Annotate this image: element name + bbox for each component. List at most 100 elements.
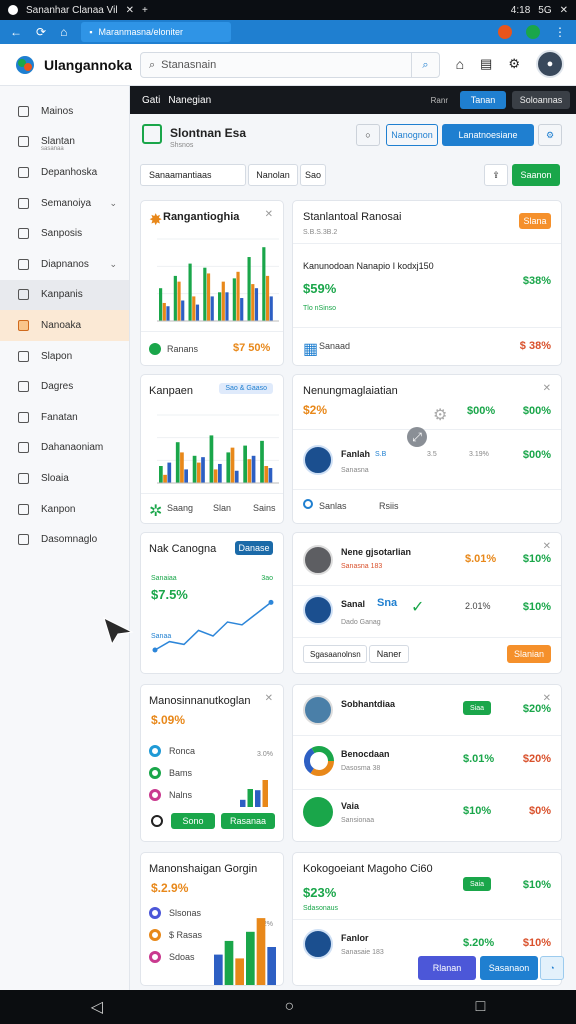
sidebar-item[interactable]: Sanposis <box>0 218 129 249</box>
chevron-down-icon[interactable]: ⌄ <box>109 198 117 209</box>
primary-action-button[interactable]: Lanatnoesiane <box>442 124 534 146</box>
card-button[interactable]: Slana <box>519 213 551 229</box>
green-button-b[interactable]: Rasanaa <box>221 813 275 829</box>
row-accent: Sna <box>377 597 398 609</box>
people-input[interactable]: Sgasaanolnsn <box>303 645 367 663</box>
green-button-a[interactable]: Sono <box>171 813 215 829</box>
sidebar-icon <box>18 289 29 301</box>
drag-handle-icon[interactable]: ⤢ <box>407 427 427 447</box>
gear-icon[interactable]: ✲ <box>149 501 162 521</box>
export-icon[interactable]: ⇪ <box>484 164 508 186</box>
breadcrumb-a[interactable]: Gati <box>142 95 160 106</box>
sidebar-item[interactable]: Fanatan <box>0 402 129 433</box>
filter-input[interactable]: Sanaamantiaas <box>140 164 246 186</box>
notifications-icon[interactable]: ⌂ <box>456 56 464 72</box>
sidebar-item[interactable]: Dagres <box>0 371 129 402</box>
value-1: $00% <box>467 405 496 417</box>
close-icon[interactable]: ✕ <box>265 209 273 220</box>
gear-icon[interactable]: ⚙ <box>538 124 562 146</box>
value-5: $0% <box>528 805 551 817</box>
new-tab-icon[interactable]: + <box>142 5 148 16</box>
sidebar-item[interactable]: Dahanaoniam <box>0 433 129 464</box>
card-button[interactable]: Danase <box>235 541 273 555</box>
status-icon <box>303 499 313 509</box>
home-nav-icon[interactable]: ○ <box>284 998 294 1016</box>
refresh-icon[interactable]: ⟳ <box>36 25 46 39</box>
sidebar-item-label: Semanoiya <box>41 197 92 209</box>
sidebar-item[interactable]: Kanpanis <box>0 279 129 311</box>
bar <box>196 462 201 483</box>
tab-title[interactable]: Sananhar Clanaa Vil <box>26 5 118 16</box>
breadcrumb-b[interactable]: Nanegian <box>168 95 211 106</box>
back-icon[interactable]: ← <box>10 25 22 39</box>
sidebar-item[interactable]: Kanpon <box>0 494 129 525</box>
avatar <box>303 929 333 959</box>
tasks-icon[interactable]: ▤ <box>480 56 492 72</box>
extension-icon[interactable] <box>498 25 512 39</box>
floating-button-a[interactable]: Rlanan <box>418 956 476 980</box>
list-dot-icon <box>149 929 161 941</box>
sidebar-item[interactable]: Slapon <box>0 341 129 372</box>
search-submit-icon[interactable]: ⌕ <box>411 53 439 77</box>
mini-bar-chart <box>240 780 268 807</box>
play-icon[interactable] <box>149 343 161 355</box>
bar <box>192 296 196 321</box>
card-title: Stanlantoal Ranosai <box>303 211 402 223</box>
close-icon[interactable]: ✕ <box>543 383 551 394</box>
value-1: $.20% <box>463 937 495 949</box>
sidebar-item[interactable]: Nanoaka <box>0 310 129 341</box>
back-nav-icon[interactable]: ◁ <box>91 997 103 1017</box>
filter-button-a[interactable]: Nanolan <box>248 164 298 186</box>
sidebar-item[interactable]: Slantan sasanaa <box>0 127 129 158</box>
bar-chart-2 <box>157 414 279 484</box>
sidebar-item[interactable]: Dasomnaglo <box>0 524 129 555</box>
bar <box>264 466 269 483</box>
bar <box>192 455 197 483</box>
recents-nav-icon[interactable]: □ <box>476 998 486 1016</box>
app-logo[interactable]: Ulangannoka <box>0 54 140 76</box>
green-action-button[interactable]: Saanon <box>512 164 560 186</box>
profile-icon[interactable] <box>526 25 540 39</box>
sidebar-item[interactable]: Depanhoska <box>0 157 129 188</box>
card-summary-2: Nenungmaglaiatian ✕ $2% ⚙ $00% $00% ⤢ Fa… <box>292 374 562 524</box>
sidebar-item-label: Dagres <box>41 381 74 393</box>
card-value: $7 50% <box>233 342 271 354</box>
sidebar-item-label: Nanoaka <box>41 319 82 331</box>
header-secondary-button[interactable]: Soloannas <box>512 91 570 109</box>
sidebar-item-label: Sanposis <box>41 228 83 240</box>
sidebar-icon <box>18 105 29 117</box>
close-icon[interactable]: ✕ <box>265 693 273 704</box>
url-bar[interactable]: ▪ Maranmasna/eloniter <box>81 22 232 42</box>
header-primary-button[interactable]: Tanan <box>460 91 506 109</box>
bar <box>243 445 247 483</box>
neutral-button[interactable]: Naner <box>369 645 409 663</box>
label-top: Sanaiaa <box>151 575 177 582</box>
bar <box>226 452 231 483</box>
sidebar-item[interactable]: Mainos <box>0 96 129 127</box>
home-icon[interactable]: ⌂ <box>60 25 67 39</box>
menu-icon[interactable]: ⋮ <box>554 25 566 39</box>
card-title: Kanpaen <box>149 385 194 397</box>
user-avatar[interactable]: ● <box>536 50 564 78</box>
row-name: Nene gjsotarlian <box>341 547 412 557</box>
settings-icon[interactable]: ⚙ <box>508 56 520 72</box>
sidebar-item[interactable]: Sloaia <box>0 463 129 494</box>
close-icon[interactable]: ✕ <box>543 541 551 552</box>
outline-button[interactable]: Nanognon <box>386 124 438 146</box>
orange-button[interactable]: Slanian <box>507 645 551 663</box>
window-close-icon[interactable]: ✕ <box>560 5 568 16</box>
refresh-button[interactable]: ○ <box>356 124 380 146</box>
sidebar-item[interactable]: Diapnanos ⌄ <box>0 249 129 280</box>
close-tab-icon[interactable]: ✕ <box>126 5 134 16</box>
chevron-down-icon[interactable]: ⌄ <box>109 259 117 270</box>
chat-icon[interactable]: ◔ <box>540 956 564 980</box>
settings-icon[interactable]: ⚙ <box>433 405 447 425</box>
bar <box>203 267 207 321</box>
floating-button-b[interactable]: Sasanaon <box>480 956 538 980</box>
bar <box>225 292 229 321</box>
list-dot-icon <box>149 767 161 779</box>
bar <box>224 940 234 985</box>
filter-button-b[interactable]: Sao <box>300 164 326 186</box>
sidebar-item[interactable]: Semanoiya ⌄ <box>0 188 129 219</box>
search-input[interactable]: ⌕ Stanasnain ⌕ <box>140 52 440 78</box>
